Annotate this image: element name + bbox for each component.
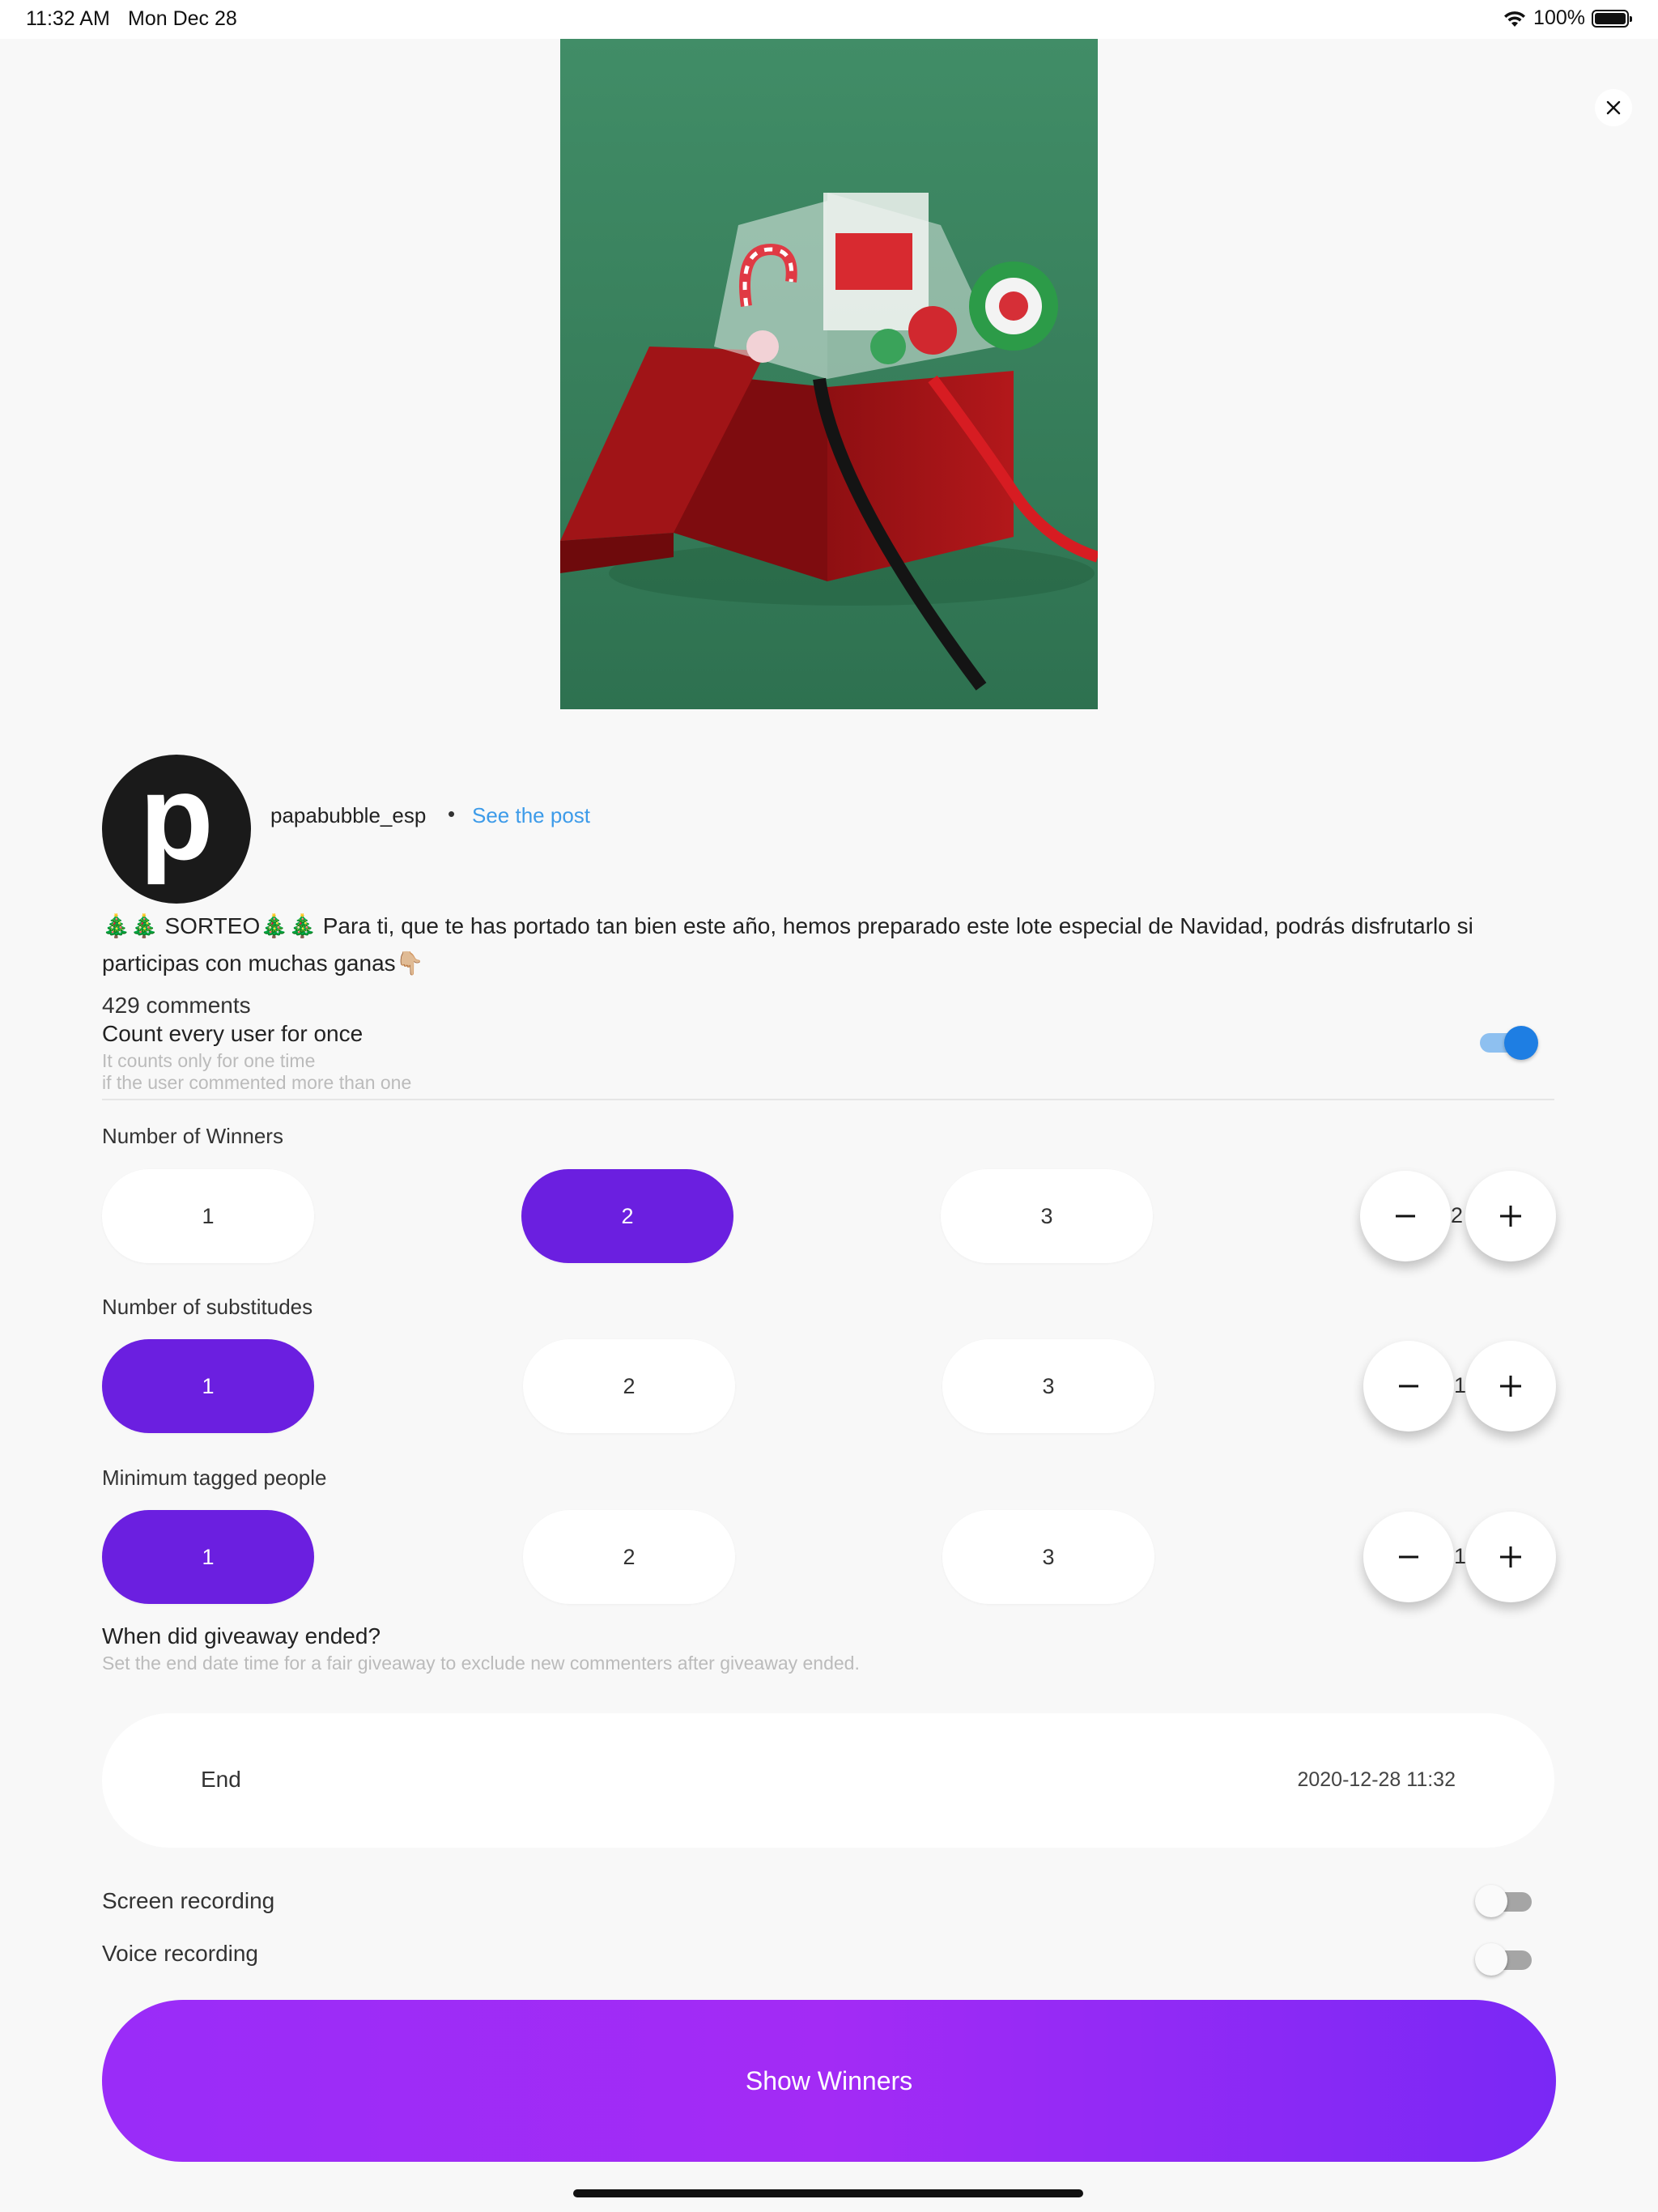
winners-option-3[interactable]: 3 — [941, 1169, 1153, 1263]
winners-stepper-value: 2 — [1451, 1203, 1464, 1227]
minus-icon — [1396, 1214, 1415, 1218]
tagged-stepper-value: 1 — [1454, 1544, 1467, 1568]
comments-count: 429 comments — [102, 993, 251, 1018]
tagged-increment-button[interactable] — [1465, 1512, 1556, 1602]
post-image — [560, 39, 1098, 709]
plus-icon — [1500, 1206, 1521, 1227]
giveaway-end-subtitle: Set the end date time for a fair giveawa… — [102, 1653, 860, 1674]
plus-icon — [1500, 1546, 1521, 1568]
battery-icon — [1592, 9, 1632, 28]
tagged-option-2[interactable]: 2 — [523, 1510, 735, 1604]
screen-recording-label: Screen recording — [102, 1888, 275, 1913]
substitutes-option-3[interactable]: 3 — [942, 1339, 1154, 1433]
winners-increment-button[interactable] — [1465, 1171, 1556, 1261]
status-date: Mon Dec 28 — [128, 7, 237, 30]
battery-percent: 100% — [1533, 6, 1585, 29]
count-once-title: Count every user for once — [102, 1021, 363, 1046]
voice-recording-toggle[interactable] — [1475, 1942, 1535, 1977]
end-date-picker[interactable]: End 2020-12-28 11:32 — [102, 1713, 1554, 1848]
avatar[interactable]: p — [102, 755, 251, 904]
close-button[interactable] — [1595, 89, 1632, 126]
gift-box-illustration — [560, 39, 1098, 709]
plus-icon — [1500, 1376, 1521, 1397]
divider — [102, 1099, 1554, 1100]
substitutes-label: Number of substitudes — [102, 1295, 313, 1319]
status-indicators: 100% — [1503, 6, 1632, 30]
substitutes-decrement-button[interactable] — [1363, 1341, 1454, 1431]
substitutes-option-1[interactable]: 1 — [102, 1339, 314, 1433]
close-icon — [1606, 100, 1621, 115]
tagged-decrement-button[interactable] — [1363, 1512, 1454, 1602]
substitutes-increment-button[interactable] — [1465, 1341, 1556, 1431]
status-bar: 11:32 AM Mon Dec 28 100% — [0, 0, 1658, 39]
status-time: 11:32 AM — [26, 7, 110, 30]
count-once-subtitle-1: It counts only for one time — [102, 1050, 316, 1071]
tagged-option-3[interactable]: 3 — [942, 1510, 1154, 1604]
substitutes-option-2[interactable]: 2 — [523, 1339, 735, 1433]
tagged-option-1[interactable]: 1 — [102, 1510, 314, 1604]
giveaway-end-title: When did giveaway ended? — [102, 1623, 381, 1648]
home-indicator — [573, 2189, 1083, 2197]
winners-label: Number of Winners — [102, 1124, 283, 1148]
winners-option-1[interactable]: 1 — [102, 1169, 314, 1263]
count-once-subtitle-2: if the user commented more than one — [102, 1072, 412, 1093]
screen-recording-toggle[interactable] — [1475, 1883, 1535, 1919]
winners-option-2[interactable]: 2 — [521, 1169, 733, 1263]
end-datetime-value: 2020-12-28 11:32 — [1297, 1768, 1456, 1791]
end-label: End — [201, 1767, 241, 1792]
wifi-icon — [1504, 11, 1526, 27]
see-post-link[interactable]: See the post — [472, 803, 590, 828]
winners-decrement-button[interactable] — [1360, 1171, 1451, 1261]
minus-icon — [1399, 1555, 1418, 1559]
substitutes-stepper-value: 1 — [1454, 1373, 1467, 1397]
minus-icon — [1399, 1385, 1418, 1388]
tagged-label: Minimum tagged people — [102, 1465, 327, 1490]
show-winners-button[interactable]: Show Winners — [102, 2000, 1556, 2162]
post-caption: 🎄🎄 SORTEO🎄🎄 Para ti, que te has portado … — [102, 913, 1473, 976]
voice-recording-label: Voice recording — [102, 1941, 259, 1966]
username: papabubble_esp — [270, 803, 427, 827]
separator-dot: • — [448, 802, 456, 826]
count-once-toggle[interactable] — [1480, 1024, 1538, 1060]
